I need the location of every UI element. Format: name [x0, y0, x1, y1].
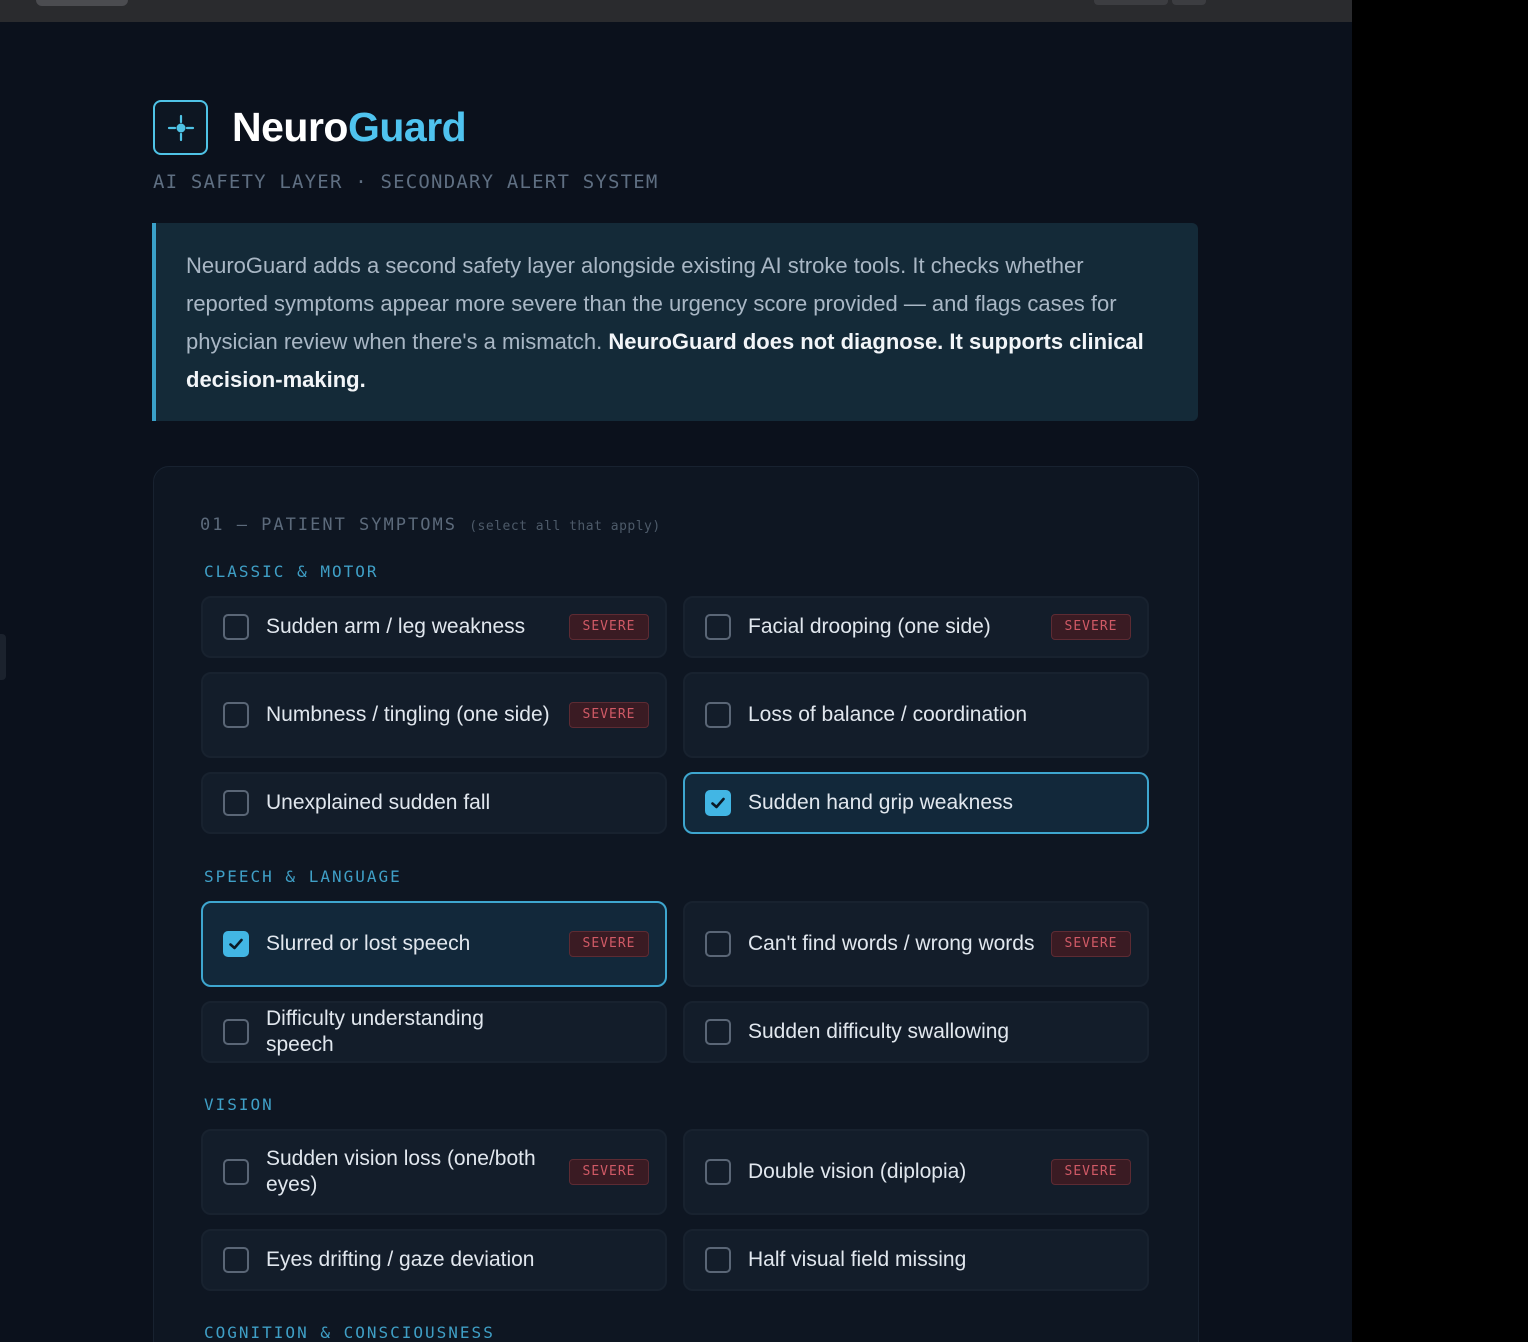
severe-badge: SEVERE — [1051, 1159, 1131, 1185]
severe-badge: SEVERE — [569, 702, 649, 728]
checkbox[interactable] — [705, 702, 731, 728]
symptom-label: Eyes drifting / gaze deviation — [266, 1248, 535, 1271]
checkbox[interactable] — [223, 614, 249, 640]
side-drag-handle[interactable] — [0, 634, 6, 680]
intro-callout: NeuroGuard adds a second safety layer al… — [152, 223, 1198, 421]
section-label-speech-language: SPEECH & LANGUAGE — [204, 867, 402, 886]
symptom-option-slurred-or-lost-speech[interactable]: Slurred or lost speech SEVERE — [201, 901, 667, 987]
symptom-option-can-t-find-words-wrong-words[interactable]: Can't find words / wrong words SEVERE — [683, 901, 1149, 987]
checkbox[interactable] — [705, 1159, 731, 1185]
symptom-label: Facial drooping (one side) — [748, 615, 991, 638]
checkbox[interactable] — [223, 1159, 249, 1185]
section-label-vision: VISION — [204, 1095, 274, 1114]
section-label-classic-motor: CLASSIC & MOTOR — [204, 562, 379, 581]
symptom-option-difficulty-understanding-speech[interactable]: Difficulty understanding speech — [201, 1001, 667, 1063]
symptoms-hint: (select all that apply) — [469, 519, 661, 534]
app-tagline: AI SAFETY LAYER · SECONDARY ALERT SYSTEM — [153, 171, 659, 193]
sparkle-icon — [167, 114, 194, 141]
app-window: NeuroGuard AI SAFETY LAYER · SECONDARY A… — [0, 0, 1352, 1342]
symptom-label: Can't find words / wrong words — [748, 932, 1035, 955]
symptom-label: Sudden hand grip weakness — [748, 791, 1014, 814]
symptom-option-sudden-arm-leg-weakness[interactable]: Sudden arm / leg weakness SEVERE — [201, 596, 667, 658]
symptom-option-sudden-vision-loss-one-both-eyes[interactable]: Sudden vision loss (one/both eyes) SEVERE — [201, 1129, 667, 1215]
symptom-option-sudden-hand-grip-weakness[interactable]: Sudden hand grip weakness — [683, 772, 1149, 834]
logo-icon — [153, 100, 208, 155]
checkbox[interactable] — [705, 614, 731, 640]
checkmark-icon — [711, 797, 725, 809]
app-title-part2: Guard — [347, 104, 467, 150]
symptom-label: Difficulty understanding speech — [266, 1007, 484, 1056]
symptom-option-double-vision-diplopia[interactable]: Double vision (diplopia) SEVERE — [683, 1129, 1149, 1215]
checkbox-checked[interactable] — [223, 931, 249, 957]
symptom-label: Unexplained sudden fall — [266, 791, 491, 814]
brand-header: NeuroGuard — [153, 100, 467, 155]
symptom-label: Half visual field missing — [748, 1248, 967, 1271]
checkbox[interactable] — [705, 1019, 731, 1045]
checkbox[interactable] — [223, 790, 249, 816]
symptom-option-unexplained-sudden-fall[interactable]: Unexplained sudden fall — [201, 772, 667, 834]
top-bar-control[interactable] — [1172, 0, 1206, 5]
symptom-option-facial-drooping-one-side[interactable]: Facial drooping (one side) SEVERE — [683, 596, 1149, 658]
checkmark-icon — [229, 938, 243, 950]
symptom-label: Sudden vision loss (one/both eyes) — [266, 1147, 536, 1196]
symptoms-heading: 01 — PATIENT SYMPTOMS (select all that a… — [200, 515, 661, 535]
top-bar-control[interactable] — [1094, 0, 1168, 5]
symptom-label: Double vision (diplopia) — [748, 1160, 967, 1183]
symptom-label: Numbness / tingling (one side) — [266, 703, 550, 726]
symptom-label: Loss of balance / coordination — [748, 703, 1028, 726]
symptom-option-loss-of-balance-coordination[interactable]: Loss of balance / coordination — [683, 672, 1149, 758]
symptom-option-half-visual-field-missing[interactable]: Half visual field missing — [683, 1229, 1149, 1291]
checkbox[interactable] — [223, 1019, 249, 1045]
severe-badge: SEVERE — [1051, 931, 1131, 957]
severe-badge: SEVERE — [569, 1159, 649, 1185]
section-label-cognition-consciousness: COGNITION & CONSCIOUSNESS — [204, 1323, 495, 1342]
severe-badge: SEVERE — [569, 931, 649, 957]
checkbox[interactable] — [223, 1247, 249, 1273]
app-title: NeuroGuard — [232, 104, 467, 151]
symptom-label: Slurred or lost speech — [266, 932, 471, 955]
symptom-option-numbness-tingling-one-side[interactable]: Numbness / tingling (one side) SEVERE — [201, 672, 667, 758]
symptom-label: Sudden arm / leg weakness — [266, 615, 526, 638]
checkbox[interactable] — [705, 931, 731, 957]
severe-badge: SEVERE — [1051, 614, 1131, 640]
severe-badge: SEVERE — [569, 614, 649, 640]
window-top-bar — [0, 0, 1352, 22]
symptoms-heading-text: 01 — PATIENT SYMPTOMS — [200, 515, 457, 535]
app-title-part1: Neuro — [232, 104, 348, 150]
checkbox-checked[interactable] — [705, 790, 731, 816]
symptom-label: Sudden difficulty swallowing — [748, 1020, 1010, 1043]
checkbox[interactable] — [705, 1247, 731, 1273]
symptom-option-eyes-drifting-gaze-deviation[interactable]: Eyes drifting / gaze deviation — [201, 1229, 667, 1291]
checkbox[interactable] — [223, 702, 249, 728]
symptom-option-sudden-difficulty-swallowing[interactable]: Sudden difficulty swallowing — [683, 1001, 1149, 1063]
top-bar-tab[interactable] — [36, 0, 128, 6]
